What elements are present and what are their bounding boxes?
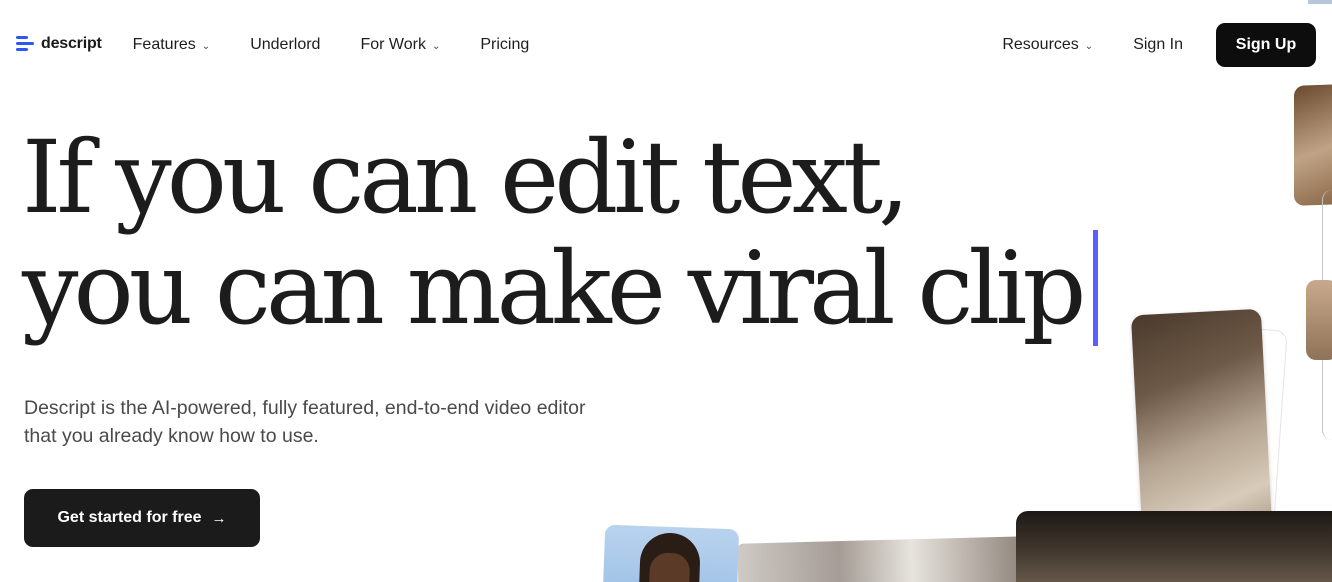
media-card-right-mid: [1306, 280, 1332, 360]
hero-subtext: Descript is the AI-powered, fully featur…: [24, 394, 684, 450]
chevron-down-icon: ⌄: [1084, 40, 1094, 52]
media-card-studio: [1016, 511, 1332, 582]
subtext-line-1: Descript is the AI-powered, fully featur…: [24, 397, 586, 419]
nav-item-resources[interactable]: Resources ⌄: [1002, 36, 1093, 54]
descript-logo-icon: [16, 34, 36, 54]
media-strip: [1308, 0, 1332, 4]
media-card-wall: [737, 536, 1029, 582]
top-nav: descript Features ⌄ Underlord For Work ⌄…: [0, 0, 1332, 90]
headline-line-1: If you can edit text,: [22, 119, 910, 236]
nav-item-label: For Work: [360, 36, 426, 53]
page: descript Features ⌄ Underlord For Work ⌄…: [0, 0, 1332, 582]
nav-item-pricing[interactable]: Pricing: [480, 36, 529, 54]
nav-item-label: Features: [132, 36, 196, 53]
sign-in-link[interactable]: Sign In: [1133, 36, 1183, 54]
headline-line-2-wrap: you can make viral clip: [22, 229, 1099, 347]
arrow-right-icon: →: [211, 509, 227, 527]
nav-item-label: Resources: [1002, 36, 1079, 53]
nav-item-label: Underlord: [250, 36, 321, 53]
subtext-line-2: that you already know how to use.: [24, 425, 319, 447]
nav-item-features[interactable]: Features ⌄: [133, 36, 211, 54]
media-card-top-right: [1294, 84, 1332, 206]
brand-name: descript: [41, 35, 102, 52]
headline-line-2: you can make viral clip: [22, 229, 1086, 347]
nav-links: Features ⌄ Underlord For Work ⌄ Pricing: [133, 36, 570, 54]
get-started-button[interactable]: Get started for free →: [24, 489, 260, 547]
sign-up-button[interactable]: Sign Up: [1216, 23, 1316, 67]
media-card-person: [602, 524, 740, 582]
nav-item-label: Pricing: [480, 36, 530, 53]
nav-item-for-work[interactable]: For Work ⌄: [360, 36, 440, 54]
brand-logo[interactable]: descript: [16, 34, 102, 54]
chevron-down-icon: ⌄: [431, 40, 441, 52]
nav-actions: Resources ⌄ Sign In Sign Up: [1002, 23, 1316, 67]
text-caret: [1093, 230, 1099, 346]
nav-item-underlord[interactable]: Underlord: [250, 36, 320, 54]
chevron-down-icon: ⌄: [201, 40, 211, 52]
cta-label: Get started for free: [57, 509, 202, 526]
hero-headline: If you can edit text, you can make viral…: [22, 119, 1099, 347]
